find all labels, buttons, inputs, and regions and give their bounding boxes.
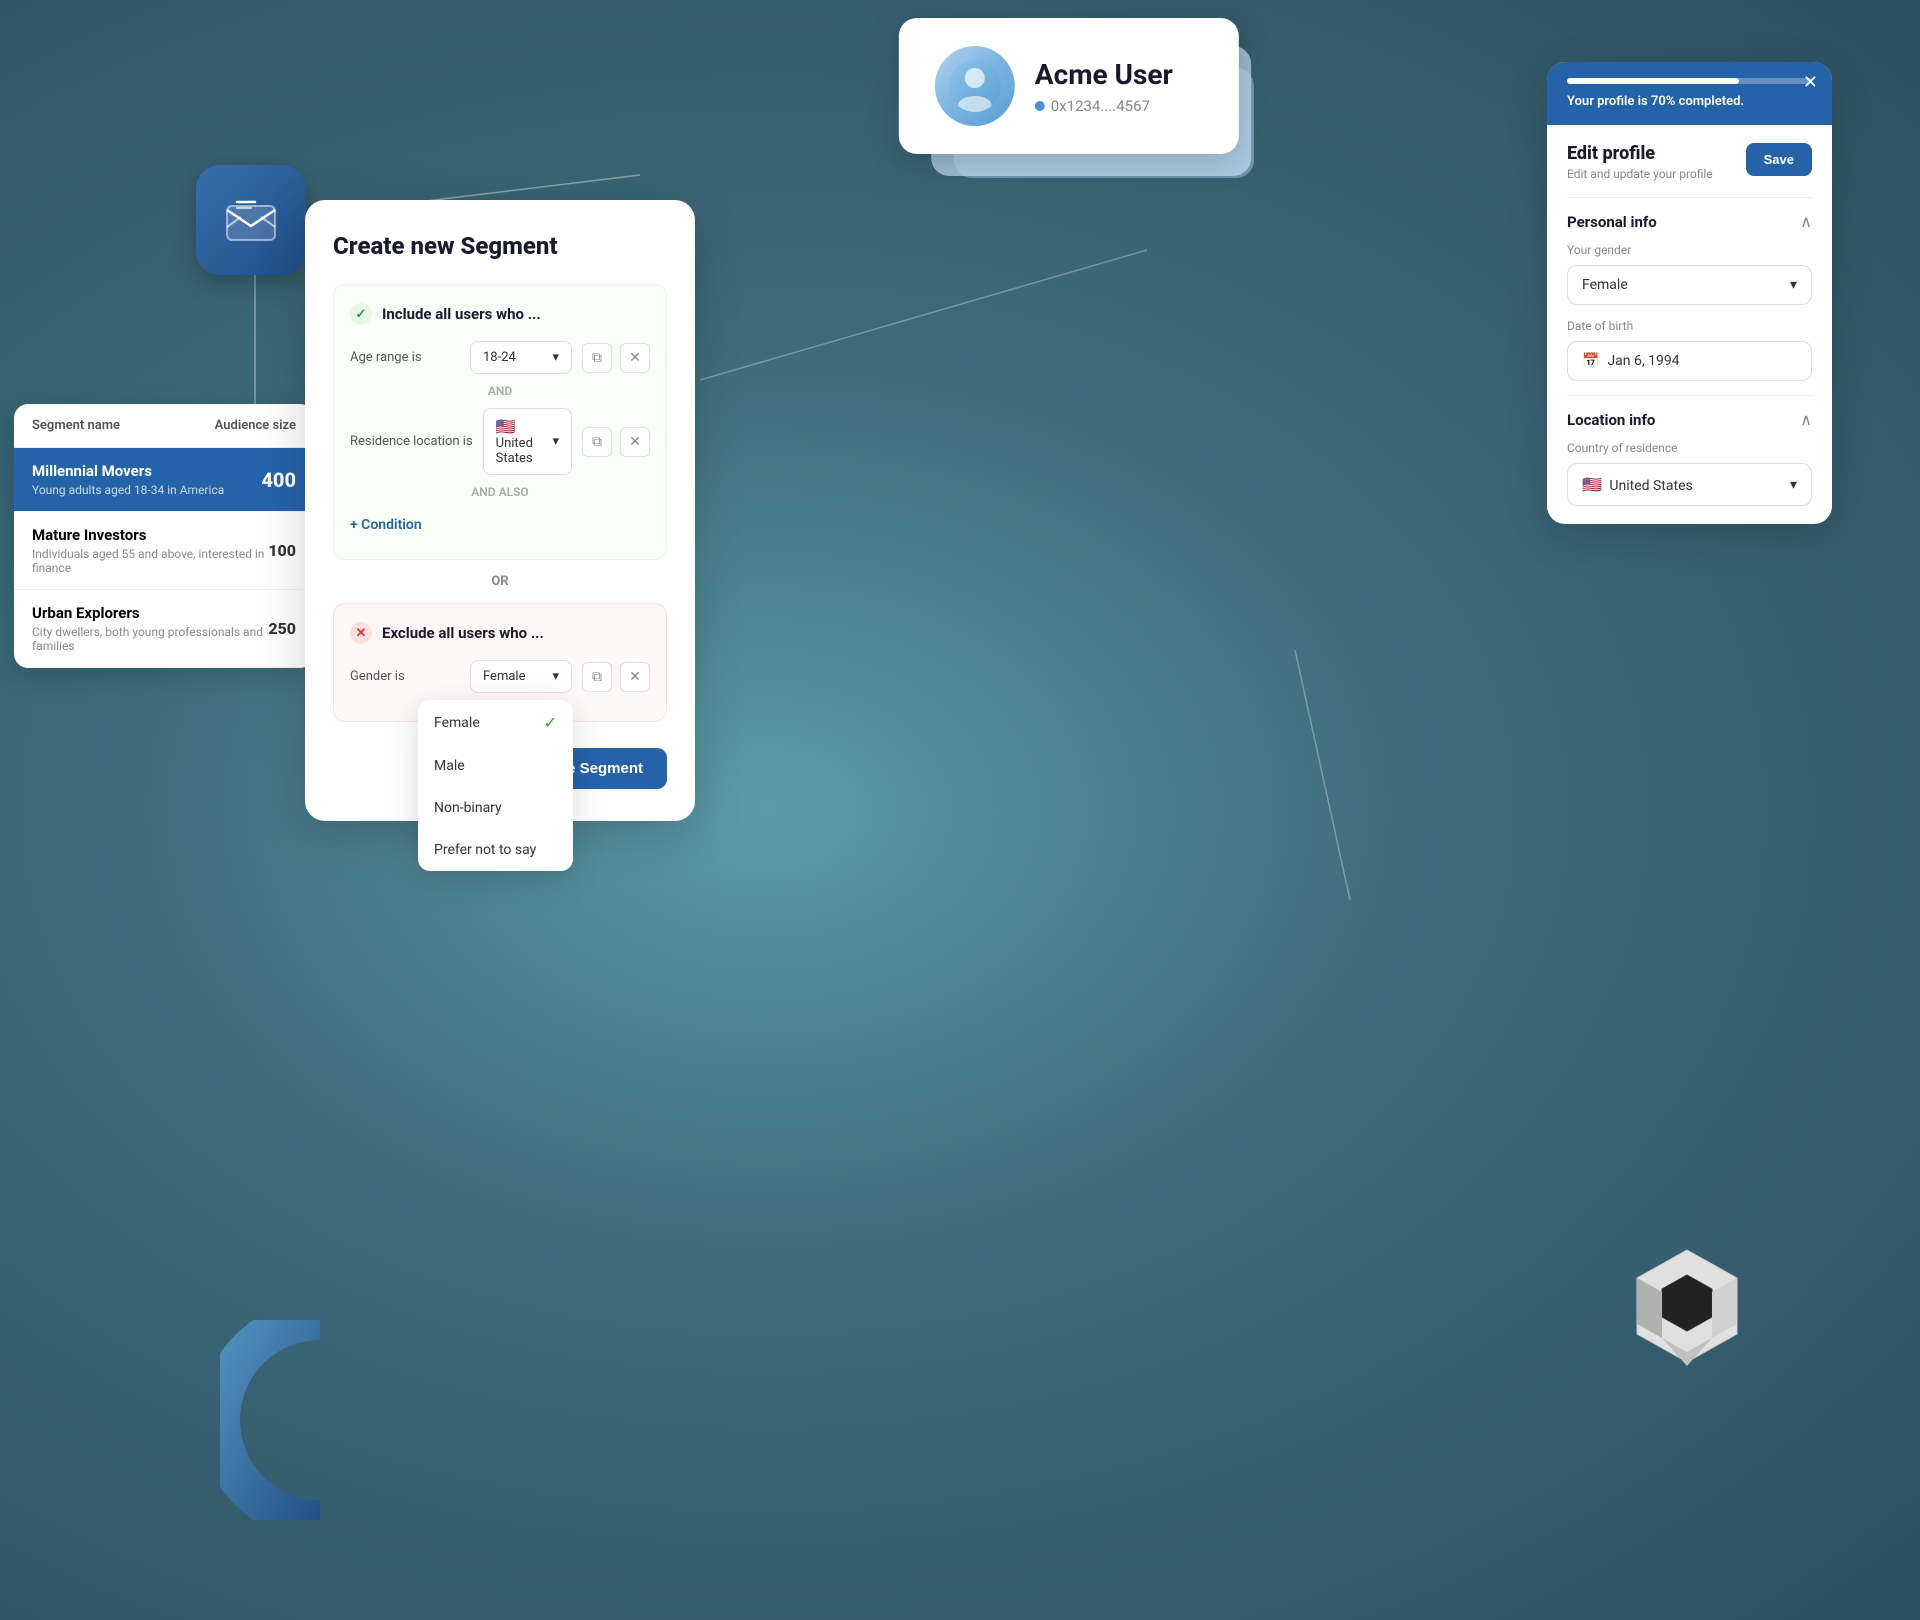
segment-name-header: Segment name bbox=[32, 418, 120, 433]
personal-info-section[interactable]: Personal info ∧ bbox=[1567, 197, 1812, 243]
exclude-icon: ✕ bbox=[350, 622, 372, 644]
segment-name: Millennial Movers bbox=[32, 462, 224, 480]
chevron-up-icon-2: ∧ bbox=[1800, 410, 1812, 429]
progress-text: Your profile is 70% completed. bbox=[1567, 94, 1812, 109]
segment-count: 250 bbox=[268, 619, 296, 638]
exclude-group-header: ✕ Exclude all users who ... bbox=[350, 622, 650, 644]
dropdown-item-female[interactable]: Female ✓ bbox=[418, 700, 573, 745]
country-field-label: Country of residence bbox=[1567, 441, 1812, 455]
modal-title: Create new Segment bbox=[333, 232, 667, 260]
gender-condition-label: Gender is bbox=[350, 669, 460, 684]
add-condition-button[interactable]: + Condition bbox=[350, 509, 650, 541]
panel-header-row: Edit profile Edit and update your profil… bbox=[1567, 143, 1812, 181]
progress-fill bbox=[1567, 78, 1739, 84]
panel-subtitle: Edit and update your profile bbox=[1567, 167, 1713, 181]
location-condition-row: Residence location is 🇺🇸United States ▾ … bbox=[350, 408, 650, 475]
profile-info: Acme User 0x1234....4567 bbox=[1035, 58, 1203, 115]
exclude-label: Exclude all users who ... bbox=[382, 624, 544, 642]
or-separator: OR bbox=[333, 574, 667, 589]
panel-save-button[interactable]: Save bbox=[1746, 143, 1812, 176]
group-header: ✓ Include all users who ... bbox=[350, 303, 650, 325]
remove-button[interactable]: ✕ bbox=[620, 343, 650, 373]
location-info-title: Location info bbox=[1567, 411, 1655, 429]
location-info-section[interactable]: Location info ∧ bbox=[1567, 395, 1812, 441]
include-label: Include all users who ... bbox=[382, 305, 541, 323]
dropdown-item-nonbinary[interactable]: Non-binary bbox=[418, 787, 573, 829]
dob-field-label: Date of birth bbox=[1567, 319, 1812, 333]
gender-field-label: Your gender bbox=[1567, 243, 1812, 257]
segment-count: 400 bbox=[261, 468, 296, 492]
list-item[interactable]: Mature Investors Individuals aged 55 and… bbox=[14, 512, 314, 590]
calendar-icon: 📅 bbox=[1582, 353, 1599, 369]
dropdown-item-prefer-not[interactable]: Prefer not to say bbox=[418, 829, 573, 871]
list-item[interactable]: Millennial Movers Young adults aged 18-3… bbox=[14, 448, 314, 512]
copy-button[interactable]: ⧉ bbox=[582, 343, 612, 373]
audience-size-header: Audience size bbox=[215, 418, 296, 433]
edit-profile-panel: Your profile is 70% completed. ✕ Edit pr… bbox=[1547, 62, 1832, 524]
segment-count: 100 bbox=[268, 541, 296, 560]
profile-name: Acme User bbox=[1035, 58, 1203, 91]
and-also-separator: AND ALSO bbox=[350, 485, 650, 499]
dropdown-item-male[interactable]: Male bbox=[418, 745, 573, 787]
profile-card: Acme User 0x1234....4567 bbox=[899, 18, 1239, 154]
personal-info-title: Personal info bbox=[1567, 213, 1657, 231]
segment-list-card: Segment name Audience size Millennial Mo… bbox=[14, 404, 314, 668]
include-icon: ✓ bbox=[350, 303, 372, 325]
check-icon: ✓ bbox=[544, 713, 557, 732]
blue-arc-decoration bbox=[220, 1320, 420, 1520]
location-select[interactable]: 🇺🇸United States ▾ bbox=[483, 408, 572, 475]
remove-button[interactable]: ✕ bbox=[620, 662, 650, 692]
list-item[interactable]: Urban Explorers City dwellers, both youn… bbox=[14, 590, 314, 668]
age-condition-row: Age range is 18-24 ▾ ⧉ ✕ bbox=[350, 341, 650, 374]
progress-track bbox=[1567, 78, 1812, 84]
copy-button[interactable]: ⧉ bbox=[582, 662, 612, 692]
country-field-select[interactable]: 🇺🇸 United States ▾ bbox=[1567, 463, 1812, 506]
gender-dropdown: Female ✓ Male Non-binary Prefer not to s… bbox=[418, 700, 573, 871]
copy-button[interactable]: ⧉ bbox=[582, 427, 612, 457]
dob-field[interactable]: 📅 Jan 6, 1994 bbox=[1567, 341, 1812, 381]
segment-list-header: Segment name Audience size bbox=[14, 404, 314, 448]
mail-icon-card bbox=[196, 165, 306, 275]
hex-3d-decoration bbox=[1622, 1240, 1752, 1390]
location-condition-label: Residence location is bbox=[350, 434, 473, 449]
include-group: ✓ Include all users who ... Age range is… bbox=[333, 284, 667, 560]
segment-name: Mature Investors bbox=[32, 526, 268, 544]
chevron-up-icon: ∧ bbox=[1800, 212, 1812, 231]
segment-name: Urban Explorers bbox=[32, 604, 268, 622]
progress-bar-section: Your profile is 70% completed. ✕ bbox=[1547, 62, 1832, 125]
segment-desc: City dwellers, both young professionals … bbox=[32, 625, 268, 653]
segment-desc: Individuals aged 55 and above, intereste… bbox=[32, 547, 268, 575]
profile-id: 0x1234....4567 bbox=[1035, 97, 1203, 115]
avatar bbox=[935, 46, 1015, 126]
segment-desc: Young adults aged 18-34 in America bbox=[32, 483, 224, 497]
and-separator: AND bbox=[350, 384, 650, 398]
gender-select[interactable]: Female ▾ bbox=[470, 660, 572, 693]
panel-title: Edit profile bbox=[1567, 143, 1713, 164]
gender-condition-row: Gender is Female ▾ ⧉ ✕ bbox=[350, 660, 650, 693]
remove-button[interactable]: ✕ bbox=[620, 427, 650, 457]
id-dot bbox=[1035, 101, 1045, 111]
age-range-select[interactable]: 18-24 ▾ bbox=[470, 341, 572, 374]
close-button[interactable]: ✕ bbox=[1803, 72, 1818, 93]
mail-icon bbox=[223, 192, 279, 248]
gender-field-select[interactable]: Female ▾ bbox=[1567, 265, 1812, 305]
age-condition-label: Age range is bbox=[350, 350, 460, 365]
